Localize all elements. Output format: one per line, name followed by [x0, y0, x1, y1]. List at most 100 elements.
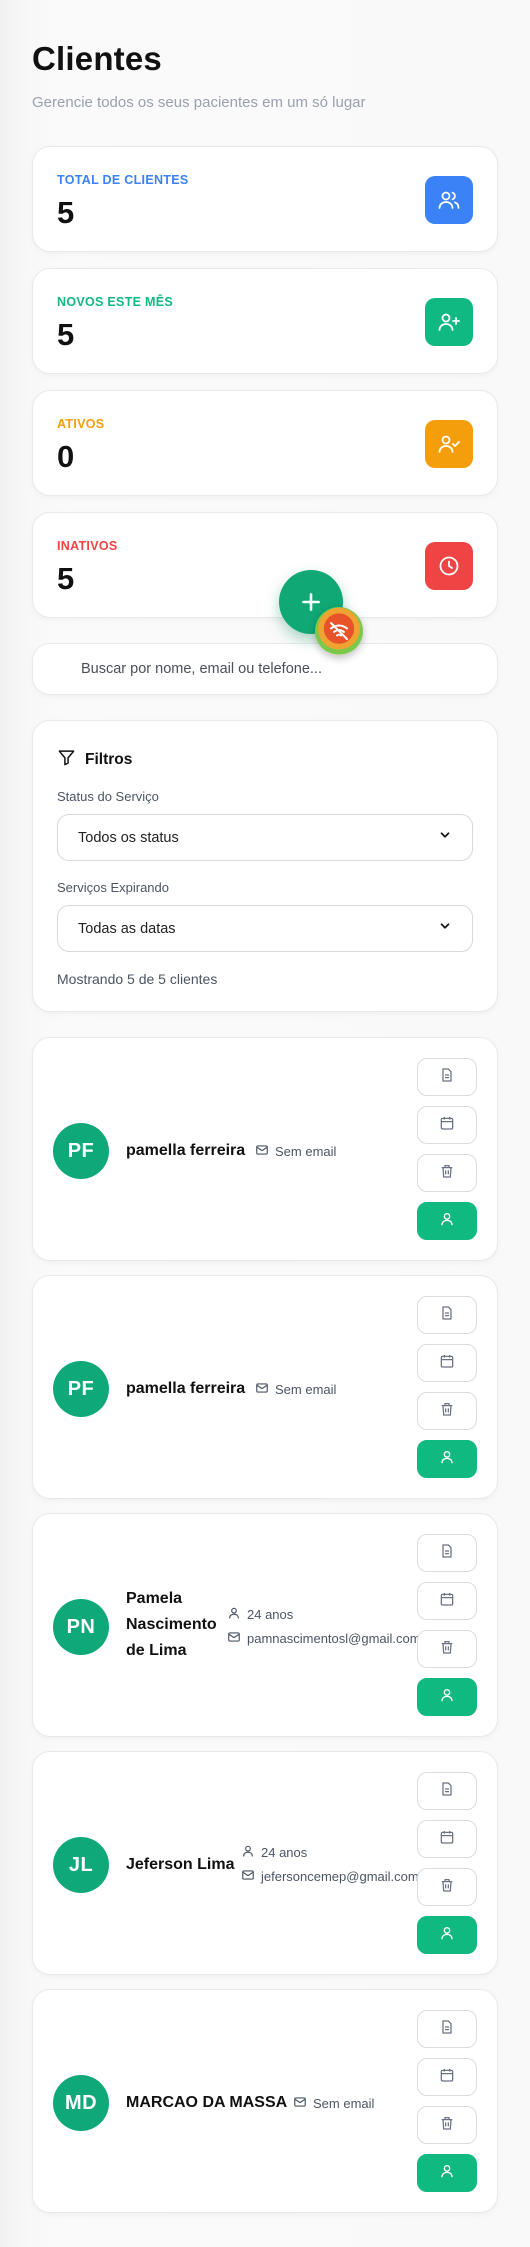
- client-card[interactable]: MD MARCAO DA MASSA Sem email: [32, 1989, 498, 2213]
- avatar: JL: [53, 1837, 109, 1893]
- calendar-icon: [439, 1353, 455, 1374]
- stat-value: 0: [57, 439, 75, 474]
- client-name-line: Nascimento: [126, 1616, 217, 1633]
- client-card[interactable]: PN Pamela Nascimento de Lima 24 anos pam…: [32, 1513, 498, 1737]
- filters-panel: Filtros Status do Serviço Todos os statu…: [32, 720, 498, 1012]
- stat-label: INATIVOS: [57, 539, 118, 553]
- user-icon: [227, 1606, 241, 1623]
- filters-header: Filtros: [57, 748, 132, 772]
- client-age-text: 24 anos: [261, 1845, 308, 1860]
- client-name: pamella ferreira: [126, 1142, 246, 1159]
- user-icon: [439, 2163, 455, 2184]
- client-email: pamnascimentosl@gmail.com: [227, 1630, 421, 1647]
- mail-icon: [241, 1868, 255, 1885]
- trash-icon: [439, 1877, 455, 1898]
- document-button[interactable]: [417, 1296, 477, 1334]
- mail-icon: [227, 1630, 241, 1647]
- client-email: Sem email: [255, 1381, 336, 1398]
- document-button[interactable]: [417, 1534, 477, 1572]
- stat-card-total: TOTAL DE CLIENTES 5: [32, 146, 498, 252]
- user-icon: [241, 1844, 255, 1861]
- trash-icon: [439, 1639, 455, 1660]
- calendar-button[interactable]: [417, 1582, 477, 1620]
- client-name-line: Pamela: [126, 1590, 183, 1607]
- trash-icon: [439, 1163, 455, 1184]
- document-icon: [439, 1781, 455, 1802]
- client-card[interactable]: PF pamella ferreira Sem email: [32, 1275, 498, 1499]
- delete-button[interactable]: [417, 1154, 477, 1192]
- document-icon: [439, 1543, 455, 1564]
- status-filter-select[interactable]: Todos os status: [57, 814, 473, 861]
- client-name: Jeferson Lima: [126, 1856, 235, 1873]
- client-age: 24 anos: [227, 1606, 293, 1623]
- stat-label: NOVOS ESTE MÊS: [57, 295, 174, 309]
- view-client-button[interactable]: [417, 1202, 477, 1240]
- wifi-off-icon[interactable]: [315, 607, 363, 655]
- document-button[interactable]: [417, 1772, 477, 1810]
- client-email-text: Sem email: [313, 2096, 375, 2111]
- users-icon: [425, 176, 473, 224]
- calendar-button[interactable]: [417, 1106, 477, 1144]
- mail-icon: [293, 2095, 307, 2112]
- client-email-text: jefersoncemep@gmail.com: [261, 1869, 419, 1884]
- user-check-icon: [425, 420, 473, 468]
- user-icon: [439, 1687, 455, 1708]
- document-icon: [439, 1067, 455, 1088]
- delete-button[interactable]: [417, 1392, 477, 1430]
- client-card[interactable]: JL Jeferson Lima 24 anos jefersoncemep@g…: [32, 1751, 498, 1975]
- stat-value: 5: [57, 195, 75, 230]
- filter-icon: [57, 748, 76, 772]
- results-count: Mostrando 5 de 5 clientes: [57, 971, 218, 987]
- user-icon: [439, 1925, 455, 1946]
- client-email: Sem email: [255, 1143, 336, 1160]
- stat-value: 5: [57, 317, 75, 352]
- mail-icon: [255, 1381, 269, 1398]
- avatar: PN: [53, 1599, 109, 1655]
- view-client-button[interactable]: [417, 1916, 477, 1954]
- client-name: pamella ferreira: [126, 1380, 246, 1397]
- client-age-text: 24 anos: [247, 1607, 294, 1622]
- view-client-button[interactable]: [417, 1440, 477, 1478]
- mail-icon: [255, 1143, 269, 1160]
- avatar: PF: [53, 1361, 109, 1417]
- stat-card-inactive: INATIVOS 5: [32, 512, 498, 618]
- expiring-filter-value: Todas as datas: [78, 920, 176, 937]
- calendar-button[interactable]: [417, 2058, 477, 2096]
- client-age: 24 anos: [241, 1844, 307, 1861]
- trash-icon: [439, 1401, 455, 1422]
- client-card[interactable]: PF pamella ferreira Sem email: [32, 1037, 498, 1261]
- user-icon: [439, 1211, 455, 1232]
- calendar-icon: [439, 1591, 455, 1612]
- trash-icon: [439, 2115, 455, 2136]
- client-email: Sem email: [293, 2095, 374, 2112]
- view-client-button[interactable]: [417, 1678, 477, 1716]
- user-icon: [439, 1449, 455, 1470]
- client-name: MARCAO DA MASSA: [126, 2094, 288, 2111]
- avatar: MD: [53, 2075, 109, 2131]
- filters-title: Filtros: [85, 751, 133, 768]
- client-email-text: pamnascimentosl@gmail.com: [247, 1631, 421, 1646]
- calendar-button[interactable]: [417, 1820, 477, 1858]
- search-input[interactable]: [33, 644, 497, 694]
- client-email-text: Sem email: [275, 1382, 337, 1397]
- calendar-button[interactable]: [417, 1344, 477, 1382]
- document-button[interactable]: [417, 2010, 477, 2048]
- document-button[interactable]: [417, 1058, 477, 1096]
- stat-card-active: ATIVOS 0: [32, 390, 498, 496]
- status-filter-label: Status do Serviço: [57, 789, 159, 804]
- client-email: jefersoncemep@gmail.com: [241, 1868, 419, 1885]
- stat-card-new: NOVOS ESTE MÊS 5: [32, 268, 498, 374]
- delete-button[interactable]: [417, 1630, 477, 1668]
- page-title: Clientes: [32, 40, 162, 77]
- expiring-filter-label: Serviços Expirando: [57, 880, 169, 895]
- delete-button[interactable]: [417, 2106, 477, 2144]
- stat-label: TOTAL DE CLIENTES: [57, 173, 189, 187]
- avatar: PF: [53, 1123, 109, 1179]
- expiring-filter-select[interactable]: Todas as datas: [57, 905, 473, 952]
- calendar-icon: [439, 2067, 455, 2088]
- document-icon: [439, 2019, 455, 2040]
- stat-label: ATIVOS: [57, 417, 105, 431]
- user-plus-icon: [425, 298, 473, 346]
- view-client-button[interactable]: [417, 2154, 477, 2192]
- delete-button[interactable]: [417, 1868, 477, 1906]
